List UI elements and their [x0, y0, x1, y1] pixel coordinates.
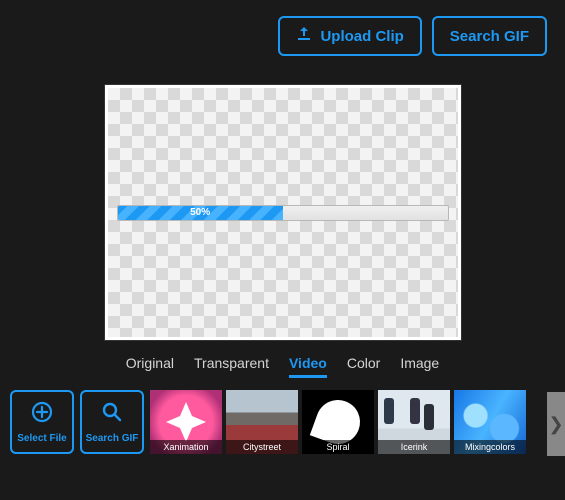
thumb-citystreet[interactable]: Citystreet	[226, 390, 298, 454]
progress-bar: 50%	[117, 205, 449, 221]
thumb-label: Mixingcolors	[454, 440, 526, 454]
preview-canvas: 50%	[104, 84, 462, 341]
tab-color[interactable]: Color	[347, 355, 380, 378]
thumb-label: Xanimation	[150, 440, 222, 454]
upload-icon	[296, 27, 312, 45]
tab-original[interactable]: Original	[126, 355, 174, 378]
thumb-label: Spiral	[302, 440, 374, 454]
background-mode-tabs: Original Transparent Video Color Image	[0, 341, 565, 384]
gallery-next-button[interactable]: ❯	[547, 392, 565, 456]
canvas-area: 50%	[0, 84, 565, 341]
thumb-mixingcolors[interactable]: Mixingcolors	[454, 390, 526, 454]
thumb-label: Icerink	[378, 440, 450, 454]
search-gif-gallery-label: Search GIF	[86, 433, 139, 444]
plus-circle-icon	[31, 401, 53, 429]
select-file-button[interactable]: Select File	[10, 390, 74, 454]
select-file-label: Select File	[17, 433, 66, 444]
search-gif-label: Search GIF	[450, 28, 529, 45]
thumbnail-strip: Xanimation Citystreet Spiral Icerink Mix…	[150, 390, 559, 454]
top-toolbar: Upload Clip Search GIF	[0, 0, 565, 84]
thumb-label: Citystreet	[226, 440, 298, 454]
search-gif-button[interactable]: Search GIF	[432, 16, 547, 56]
gallery-row: Select File Search GIF Xanimation Cityst…	[0, 384, 565, 464]
upload-clip-label: Upload Clip	[320, 28, 403, 45]
chevron-right-icon: ❯	[548, 414, 563, 435]
tab-video[interactable]: Video	[289, 355, 327, 378]
thumb-spiral[interactable]: Spiral	[302, 390, 374, 454]
search-icon	[101, 401, 123, 429]
tab-image[interactable]: Image	[400, 355, 439, 378]
thumb-xanimation[interactable]: Xanimation	[150, 390, 222, 454]
thumb-icerink[interactable]: Icerink	[378, 390, 450, 454]
search-gif-gallery-button[interactable]: Search GIF	[80, 390, 144, 454]
progress-label: 50%	[190, 207, 210, 218]
upload-clip-button[interactable]: Upload Clip	[278, 16, 421, 56]
tab-transparent[interactable]: Transparent	[194, 355, 269, 378]
